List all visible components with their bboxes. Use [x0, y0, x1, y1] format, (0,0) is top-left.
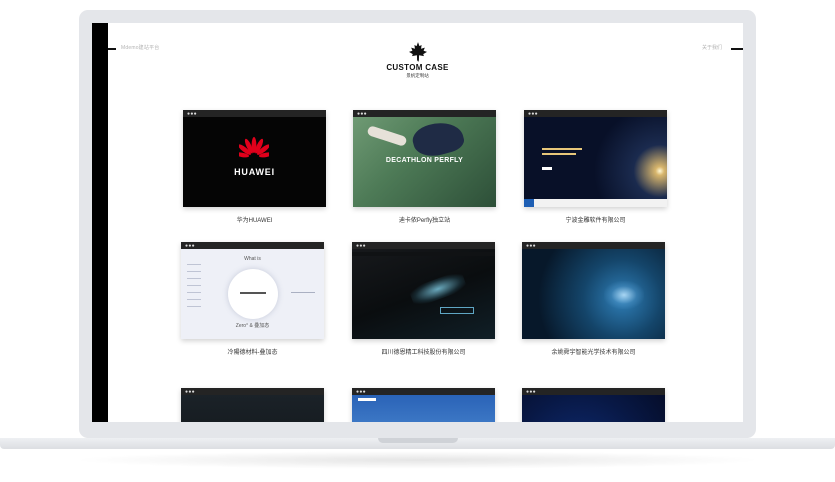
side-bar [92, 23, 108, 422]
side-menu-line [187, 278, 201, 279]
case-thumbnail[interactable]: ●●● [522, 242, 665, 339]
case-caption[interactable]: 冷陽德材料-叠加态 [181, 347, 324, 356]
window-dots-icon: ●●● [356, 243, 366, 249]
window-dots-icon: ●●● [356, 389, 366, 395]
laptop-screen: Mdemo建站平台 关于我们 CUSTOM CASE 景帆定制站 ●●● HUA… [92, 23, 743, 422]
side-menu-line [187, 271, 201, 272]
case-card-row3-1[interactable]: ●●● [181, 388, 324, 422]
laptop-shadow [70, 451, 765, 469]
case-thumbnail[interactable]: ●●● DECATHLON PERFLY [353, 110, 496, 207]
athlete-leg [366, 125, 408, 147]
case-thumbnail[interactable]: ●●● [181, 388, 324, 422]
laptop-notch [378, 438, 458, 443]
case-card-decathlon[interactable]: ●●● DECATHLON PERFLY 迪卡侬Perfly独立站 [353, 110, 496, 224]
window-dots-icon: ●●● [185, 389, 195, 395]
case-card-material[interactable]: ●●● What is Zero° & 叠加态 冷陽德材料-叠加态 [181, 242, 324, 356]
maple-leaf-icon [408, 42, 427, 62]
case-card-row3-3[interactable]: ●●● [522, 388, 665, 422]
case-thumbnail[interactable]: ●●● HUAWEI [183, 110, 326, 207]
browser-bar: ●●● [352, 388, 495, 395]
case-card-row3-2[interactable]: ●●● [352, 388, 495, 422]
athlete-figure [409, 117, 467, 161]
window-dots-icon: ●●● [526, 243, 536, 249]
site-logo[interactable]: CUSTOM CASE 景帆定制站 [92, 42, 743, 79]
case-caption[interactable]: 四川德恩精工科技股份有限公司 [352, 347, 495, 356]
thumb-nav [352, 252, 495, 256]
case-thumbnail[interactable]: ●●● [524, 110, 667, 207]
thumb-footer [524, 199, 667, 207]
hero-side-text [291, 292, 315, 293]
hero-line [542, 148, 582, 150]
browser-bar: ●●● [522, 242, 665, 249]
case-card-jindiao[interactable]: ●●● 宁波金雕软件有限公司 [524, 110, 667, 224]
case-card-deen[interactable]: ●●● 四川德恩精工科技股份有限公司 [352, 242, 495, 356]
hero-logo-line [240, 292, 266, 294]
browser-bar: ●●● [522, 388, 665, 395]
side-menu-line [187, 264, 201, 265]
case-thumbnail[interactable]: ●●● [352, 242, 495, 339]
side-menu-line [187, 292, 201, 293]
hero-badge [440, 307, 474, 314]
case-card-huawei[interactable]: ●●● HUAWEI 华为HUAWEI [183, 110, 326, 224]
window-dots-icon: ●●● [185, 243, 195, 249]
side-menu-line [187, 306, 201, 307]
thumb-subheading: Zero° & 叠加态 [235, 323, 270, 329]
case-thumbnail[interactable]: ●●● [522, 388, 665, 422]
window-dots-icon: ●●● [357, 111, 367, 117]
case-thumbnail[interactable]: ●●● What is Zero° & 叠加态 [181, 242, 324, 339]
window-dots-icon: ●●● [526, 389, 536, 395]
thumb-brand-text: DECATHLON PERFLY [385, 157, 464, 164]
case-caption[interactable]: 宁波金雕软件有限公司 [524, 215, 667, 224]
case-caption[interactable]: 迪卡侬Perfly独立站 [353, 215, 496, 224]
thumb-logo [358, 398, 376, 401]
laptop-mockup: Mdemo建站平台 关于我们 CUSTOM CASE 景帆定制站 ●●● HUA… [0, 0, 835, 482]
case-thumbnail[interactable]: ●●● [352, 388, 495, 422]
case-caption[interactable]: 华为HUAWEI [183, 215, 326, 224]
browser-bar: ●●● [353, 110, 496, 117]
window-dots-icon: ●●● [528, 111, 538, 117]
hero-circle [228, 269, 278, 319]
browser-bar: ●●● [181, 388, 324, 395]
logo-title: CUSTOM CASE [386, 63, 449, 72]
thumb-brand-text: HUAWEI [234, 167, 275, 177]
robot-hand-glow [604, 281, 644, 309]
thumb-heading: What is [244, 256, 261, 262]
logo-subtitle: 景帆定制站 [406, 73, 429, 78]
case-card-sunny[interactable]: ●●● 余姚舜宇智能光学技术有限公司 [522, 242, 665, 356]
browser-bar: ●●● [524, 110, 667, 117]
thumb-footer-accent [524, 199, 534, 207]
browser-bar: ●●● [183, 110, 326, 117]
browser-bar: ●●● [352, 242, 495, 249]
window-dots-icon: ●●● [187, 111, 197, 117]
side-menu-line [187, 299, 201, 300]
hero-line [542, 153, 576, 155]
huawei-logo-icon [239, 137, 269, 158]
hand-glow [408, 270, 468, 308]
case-caption[interactable]: 余姚舜宇智能光学技术有限公司 [522, 347, 665, 356]
browser-bar: ●●● [181, 242, 324, 249]
side-menu-line [187, 285, 201, 286]
hero-button [542, 167, 552, 170]
